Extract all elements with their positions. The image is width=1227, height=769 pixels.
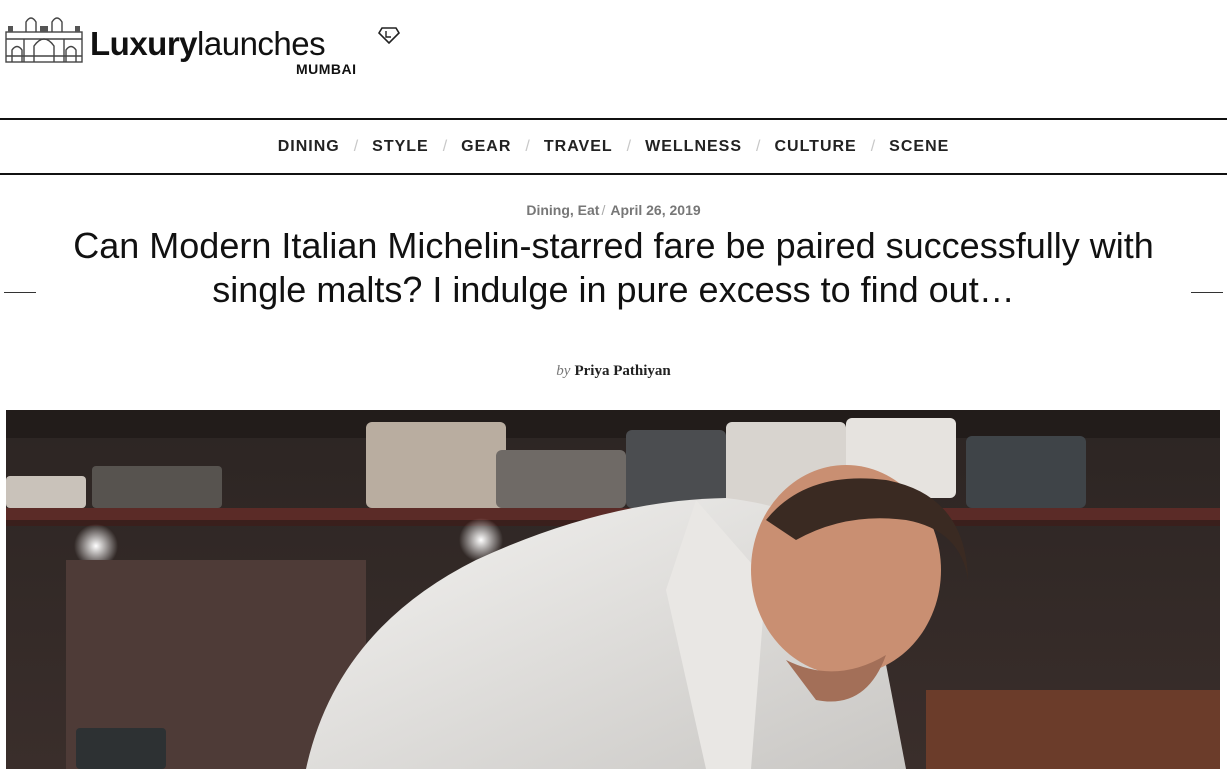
nav-item-dining[interactable]: DINING — [278, 138, 340, 156]
nav-separator: / — [626, 137, 632, 155]
diamond-badge-icon — [378, 27, 400, 44]
article-date: April 26, 2019 — [610, 202, 701, 218]
nav-separator: / — [353, 137, 359, 155]
logo-city: MUMBAI — [296, 61, 357, 77]
logo-bold-text: Luxury — [90, 25, 198, 62]
article-meta: Dining, Eat / April 26, 2019 — [0, 202, 1227, 218]
hero-image — [6, 410, 1220, 769]
article-title: Can Modern Italian Michelin-starred fare… — [73, 225, 1154, 310]
title-rule-right — [1191, 292, 1223, 293]
nav-item-scene[interactable]: SCENE — [889, 138, 949, 156]
nav-item-style[interactable]: STYLE — [372, 138, 429, 156]
nav-item-travel[interactable]: TRAVEL — [544, 138, 613, 156]
nav-item-culture[interactable]: CULTURE — [774, 138, 856, 156]
site-logo[interactable]: Luxurylaunches MUMBAI — [4, 8, 400, 88]
byline-label: by — [556, 363, 571, 379]
site-header: Luxurylaunches MUMBAI — [0, 0, 1227, 118]
nav-separator: / — [870, 137, 876, 155]
meta-separator: / — [601, 202, 606, 218]
logo-wordmark: Luxurylaunches MUMBAI — [90, 8, 400, 77]
title-rule-left — [4, 292, 36, 293]
nav-separator: / — [442, 137, 448, 155]
logo-light-text: launches — [197, 25, 326, 62]
article-categories[interactable]: Dining, Eat — [526, 202, 599, 218]
main-nav: DINING / STYLE / GEAR / TRAVEL / WELLNES… — [0, 118, 1227, 175]
chef-photo-illustration — [6, 410, 1220, 769]
gateway-of-india-icon — [5, 17, 83, 63]
author-link[interactable]: Priya Pathiyan — [574, 363, 670, 379]
nav-separator: / — [756, 137, 761, 155]
nav-separator: / — [525, 137, 530, 155]
nav-item-gear[interactable]: GEAR — [461, 138, 511, 156]
article-byline: by Priya Pathiyan — [0, 363, 1227, 380]
nav-item-wellness[interactable]: WELLNESS — [645, 138, 742, 156]
